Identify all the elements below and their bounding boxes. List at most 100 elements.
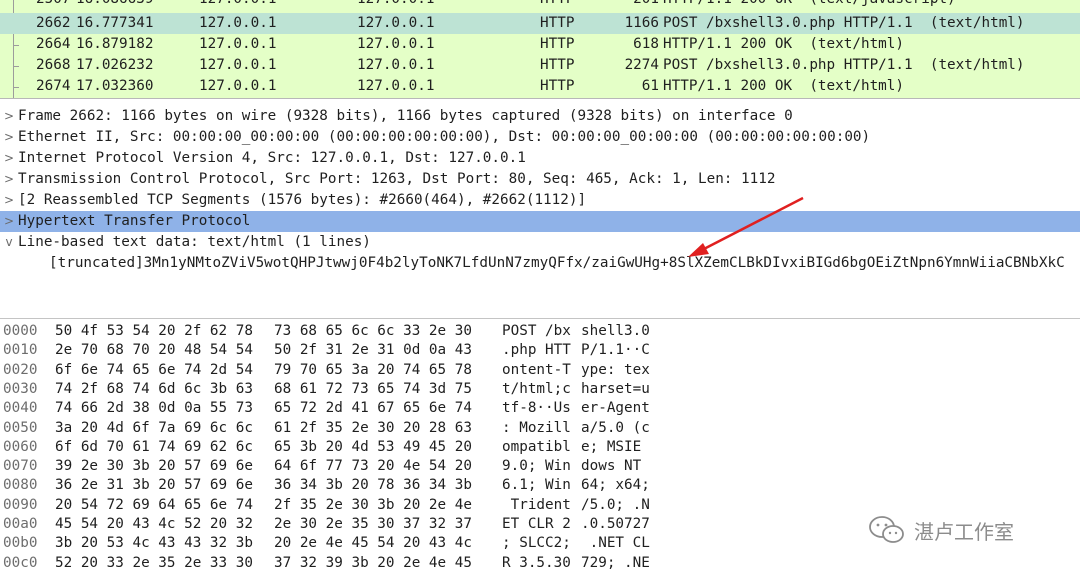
byte-hex: 2f 35 2e 30 3b 20 2e 4e <box>274 496 472 513</box>
packet-time: 16.879182 <box>76 36 154 52</box>
packet-source: 127.0.0.1 <box>199 78 277 94</box>
expand-arrow-icon[interactable]: > <box>3 190 15 211</box>
packet-no: 2674 <box>36 78 71 94</box>
byte-offset: 0050 <box>3 419 38 436</box>
expand-arrow-icon[interactable]: > <box>3 211 15 232</box>
byte-row[interactable]: 0050 3a 20 4d 6f 7a 69 6c 6c 61 2f 35 2e… <box>0 419 1080 438</box>
byte-ascii: 9.0; Win <box>502 458 571 475</box>
byte-row[interactable]: 0040 74 66 2d 38 0d 0a 55 73 65 72 2d 41… <box>0 399 1080 418</box>
byte-hex: 2e 30 2e 35 30 37 32 37 <box>274 516 472 532</box>
detail-label: Ethernet II, Src: 00:00:00_00:00:00 (00:… <box>18 129 871 145</box>
detail-label: Line-based text data: text/html (1 lines… <box>18 234 371 250</box>
packet-row[interactable]: 2668 17.026232 127.0.0.1 127.0.0.1 HTTP … <box>0 55 1080 76</box>
watermark: 湛卢工作室 <box>864 513 1018 547</box>
byte-row[interactable]: 00c0 52 20 33 2e 35 2e 33 30 37 32 39 3b… <box>0 554 1080 573</box>
packet-protocol: HTTP <box>540 15 575 31</box>
expand-arrow-icon[interactable]: > <box>3 148 15 169</box>
detail-subitem-truncated-data[interactable]: [truncated]3Mn1yNMtoZViV5wotQHPJtwwj0F4b… <box>0 253 1080 274</box>
packet-source: 127.0.0.1 <box>199 0 276 10</box>
packet-source: 127.0.0.1 <box>199 36 277 52</box>
byte-ascii: shell3.0 <box>581 323 650 339</box>
byte-ascii: ; SLCC2; <box>502 535 571 552</box>
packet-details-tree[interactable]: > Frame 2662: 1166 bytes on wire (9328 b… <box>0 104 1080 312</box>
detail-item-ethernet[interactable]: > Ethernet II, Src: 00:00:00_00:00:00 (0… <box>0 127 1080 148</box>
byte-hex: 2e 70 68 70 20 48 54 54 <box>55 342 253 359</box>
byte-ascii: 64; x64; <box>581 477 650 494</box>
byte-hex: 36 34 3b 20 78 36 34 3b <box>274 477 472 494</box>
detail-item-frame[interactable]: > Frame 2662: 1166 bytes on wire (9328 b… <box>0 106 1080 127</box>
packet-info: HTTP/1.1 200 OK (text/javascript) <box>663 0 956 10</box>
packet-row[interactable]: 2507 16.086639 127.0.0.1 127.0.0.1 HTTP … <box>0 0 1080 10</box>
byte-ascii: .php HTT <box>502 342 571 359</box>
byte-ascii: er-Agent <box>581 400 650 417</box>
byte-hex: 61 2f 35 2e 30 20 28 63 <box>274 419 472 436</box>
byte-row[interactable]: 0060 6f 6d 70 61 74 69 62 6c 65 3b 20 4d… <box>0 438 1080 457</box>
byte-hex: 6f 6e 74 65 6e 74 2d 54 <box>55 361 253 378</box>
packet-list[interactable]: ► 2507 16.086639 127.0.0.1 127.0.0.1 HTT… <box>0 0 1080 99</box>
byte-hex: 50 2f 31 2e 31 0d 0a 43 <box>274 342 472 359</box>
byte-offset: 00b0 <box>3 535 38 552</box>
byte-ascii: tf-8··Us <box>502 400 571 417</box>
expand-arrow-icon[interactable]: > <box>3 169 15 190</box>
packet-destination: 127.0.0.1 <box>357 57 435 73</box>
detail-item-http[interactable]: > Hypertext Transfer Protocol <box>0 211 1080 232</box>
byte-offset: 0070 <box>3 458 38 475</box>
byte-ascii: e; MSIE <box>581 438 650 455</box>
packet-row[interactable]: 2664 16.879182 127.0.0.1 127.0.0.1 HTTP … <box>0 34 1080 55</box>
detail-label: [2 Reassembled TCP Segments (1576 bytes)… <box>18 192 587 208</box>
detail-item-tcp[interactable]: > Transmission Control Protocol, Src Por… <box>0 169 1080 190</box>
byte-row[interactable]: 0070 39 2e 30 3b 20 57 69 6e 64 6f 77 73… <box>0 457 1080 476</box>
byte-offset: 00a0 <box>3 516 38 532</box>
packet-row[interactable]: 2674 17.032360 127.0.0.1 127.0.0.1 HTTP … <box>0 76 1080 97</box>
byte-hex: 36 2e 31 3b 20 57 69 6e <box>55 477 253 494</box>
truncated-data-text: [truncated]3Mn1yNMtoZViV5wotQHPJtwwj0F4b… <box>49 255 1065 271</box>
byte-ascii: 729; .NE <box>581 554 650 571</box>
detail-label: Internet Protocol Version 4, Src: 127.0.… <box>18 150 526 166</box>
byte-ascii: 6.1; Win <box>502 477 571 494</box>
packet-time: 17.026232 <box>76 57 154 73</box>
packet-length: 2274 <box>624 57 659 73</box>
packet-info: HTTP/1.1 200 OK (text/html) <box>663 78 905 94</box>
byte-ascii: dows NT <box>581 458 650 475</box>
packet-source: 127.0.0.1 <box>199 15 277 31</box>
packet-length: 61 <box>641 78 659 94</box>
byte-row[interactable]: 0000 50 4f 53 54 20 2f 62 78 73 68 65 6c… <box>0 322 1080 341</box>
packet-time: 16.086639 <box>76 0 153 10</box>
pane-divider[interactable] <box>0 318 1080 319</box>
byte-hex: 6f 6d 70 61 74 69 62 6c <box>55 438 253 455</box>
byte-hex: 50 4f 53 54 20 2f 62 78 <box>55 323 253 339</box>
detail-label: Transmission Control Protocol, Src Port:… <box>18 171 776 187</box>
byte-row[interactable]: 0030 74 2f 68 74 6d 6c 3b 63 68 61 72 73… <box>0 380 1080 399</box>
byte-hex: 39 2e 30 3b 20 57 69 6e <box>55 458 253 475</box>
packet-length: 201 <box>600 0 659 10</box>
byte-row[interactable]: 0020 6f 6e 74 65 6e 74 2d 54 79 70 65 3a… <box>0 361 1080 380</box>
packet-no: 2664 <box>36 36 71 52</box>
byte-row[interactable]: 0080 36 2e 31 3b 20 57 69 6e 36 34 3b 20… <box>0 476 1080 495</box>
detail-item-ipv4[interactable]: > Internet Protocol Version 4, Src: 127.… <box>0 148 1080 169</box>
byte-ascii: R 3.5.30 <box>502 554 571 571</box>
byte-offset: 0000 <box>3 323 38 339</box>
expand-arrow-icon[interactable]: > <box>3 127 15 148</box>
byte-ascii: ype: tex <box>581 361 650 378</box>
packet-length: 618 <box>633 36 659 52</box>
byte-ascii: .NET CL <box>581 535 650 552</box>
packet-row-selected[interactable]: 2662 16.777341 127.0.0.1 127.0.0.1 HTTP … <box>0 13 1080 34</box>
detail-item-line-based-text[interactable]: v Line-based text data: text/html (1 lin… <box>0 232 1080 253</box>
packet-destination: 127.0.0.1 <box>357 36 435 52</box>
packet-no: 2662 <box>36 15 71 31</box>
detail-label: Hypertext Transfer Protocol <box>18 213 251 229</box>
packet-time: 16.777341 <box>76 15 154 31</box>
expand-arrow-icon[interactable]: > <box>3 106 15 127</box>
byte-ascii: ompatibl <box>502 438 571 455</box>
wechat-icon <box>869 516 904 543</box>
byte-offset: 0010 <box>3 342 38 359</box>
byte-row[interactable]: 0010 2e 70 68 70 20 48 54 54 50 2f 31 2e… <box>0 341 1080 360</box>
watermark-text: 湛卢工作室 <box>914 519 1014 544</box>
detail-item-reassembled[interactable]: > [2 Reassembled TCP Segments (1576 byte… <box>0 190 1080 211</box>
packet-info: POST /bxshell3.0.php HTTP/1.1 (text/html… <box>663 57 1025 73</box>
byte-hex: 45 54 20 43 4c 52 20 32 <box>55 516 253 532</box>
byte-ascii: Trident <box>502 496 571 513</box>
collapse-arrow-icon[interactable]: v <box>3 232 15 253</box>
byte-offset: 0040 <box>3 400 38 417</box>
packet-no: 2668 <box>36 57 71 73</box>
